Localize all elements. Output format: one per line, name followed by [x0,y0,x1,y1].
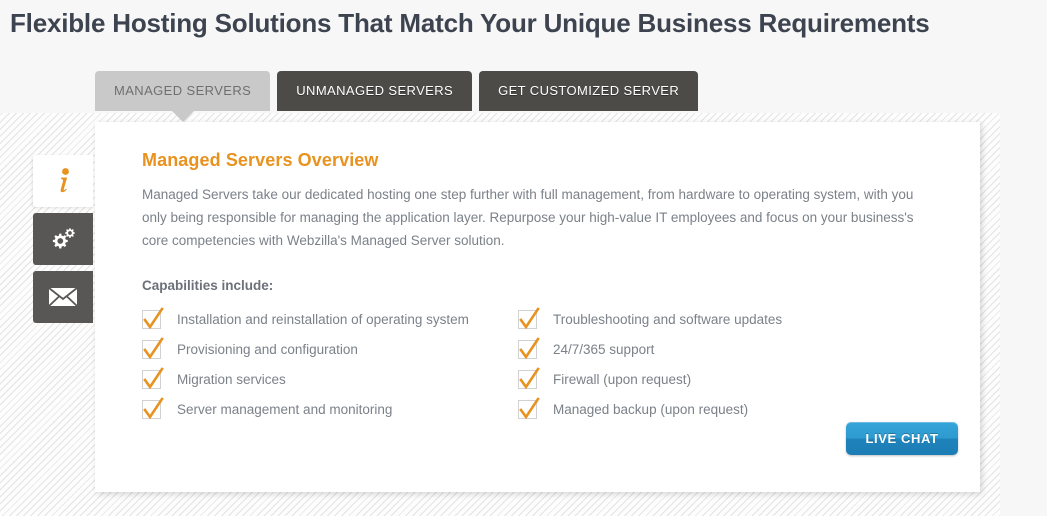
capability-label: Firewall (upon request) [553,371,692,387]
capability-label: Migration services [177,371,286,387]
panel-heading: Managed Servers Overview [142,150,379,170]
checkbox-checked-icon[interactable] [518,396,540,419]
capabilities-label: Capabilities include: [142,278,274,293]
checkbox-checked-icon[interactable] [142,396,164,419]
capabilities-column-right: Troubleshooting and software updates 24/… [518,304,894,424]
side-tab-contact[interactable] [33,271,93,323]
capability-label: 24/7/365 support [553,341,655,357]
checkbox-checked-icon[interactable] [518,336,540,359]
capability-label: Provisioning and configuration [177,341,358,357]
capability-label: Server management and monitoring [177,401,393,417]
list-item[interactable]: Firewall (upon request) [518,364,894,394]
tab-get-customized-server[interactable]: GET CUSTOMIZED SERVER [479,71,699,111]
capabilities-columns: Installation and reinstallation of opera… [142,304,936,424]
live-chat-button[interactable]: LIVE CHAT [846,422,958,455]
side-tab-info[interactable] [33,155,93,207]
capability-label: Troubleshooting and software updates [553,311,783,327]
checkbox-checked-icon[interactable] [142,366,164,389]
tab-unmanaged-servers[interactable]: UNMANAGED SERVERS [277,71,473,111]
capability-label: Installation and reinstallation of opera… [177,311,469,327]
side-tab-settings[interactable] [33,213,93,265]
page-title: Flexible Hosting Solutions That Match Yo… [10,8,930,38]
checkbox-checked-icon[interactable] [142,336,164,359]
tab-strip: MANAGED SERVERS UNMANAGED SERVERS GET CU… [95,71,699,122]
content-card: Managed Servers Overview Managed Servers… [95,122,980,492]
list-item[interactable]: 24/7/365 support [518,334,894,364]
list-item[interactable]: Troubleshooting and software updates [518,304,894,334]
content-card-inner: Managed Servers Overview Managed Servers… [95,122,980,424]
envelope-icon [48,286,78,308]
list-item[interactable]: Installation and reinstallation of opera… [142,304,518,334]
tab-managed-servers-label: MANAGED SERVERS [114,83,252,98]
list-item[interactable]: Migration services [142,364,518,394]
capability-label: Managed backup (upon request) [553,401,749,417]
checkbox-checked-icon[interactable] [518,306,540,329]
capabilities-column-left: Installation and reinstallation of opera… [142,304,518,424]
list-item[interactable]: Provisioning and configuration [142,334,518,364]
tab-managed-servers[interactable]: MANAGED SERVERS [95,71,271,122]
checkbox-checked-icon[interactable] [518,366,540,389]
side-tab-rail [33,155,93,329]
gears-icon [48,226,78,252]
list-item[interactable]: Managed backup (upon request) [518,394,894,424]
list-item[interactable]: Server management and monitoring [142,394,518,424]
checkbox-checked-icon[interactable] [142,306,164,329]
tab-pointer-triangle [171,111,194,122]
info-icon [52,166,74,196]
panel-body-text: Managed Servers take our dedicated hosti… [142,187,914,248]
